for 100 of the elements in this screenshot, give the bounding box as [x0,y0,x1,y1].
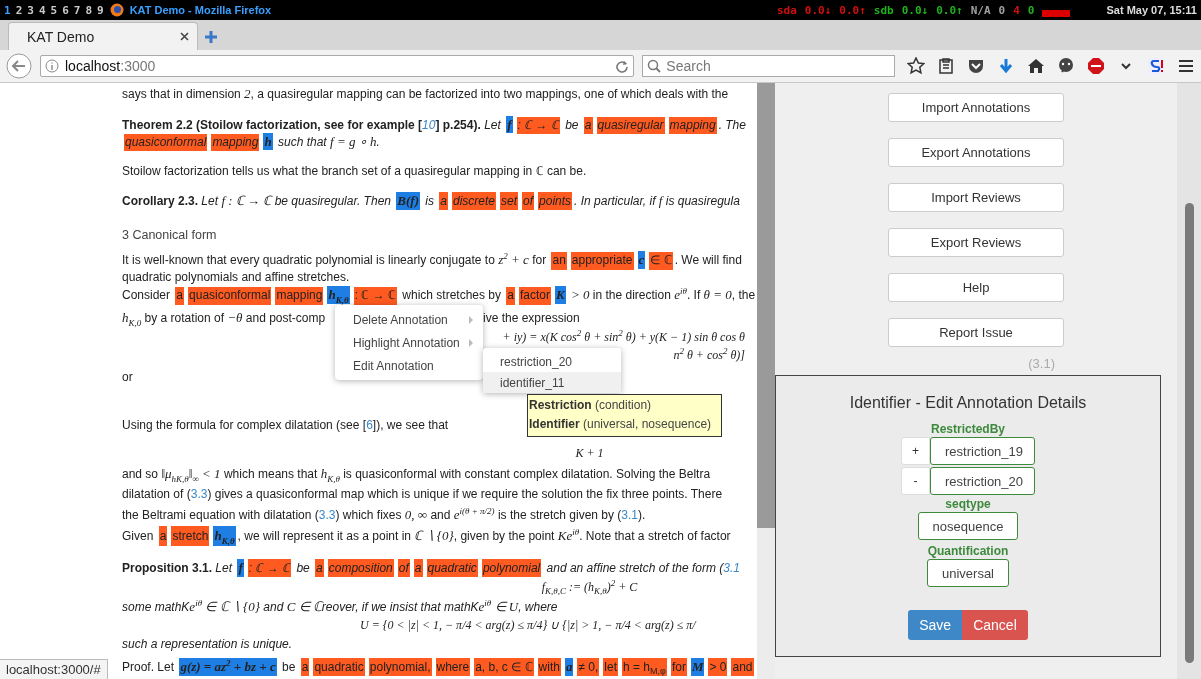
cancel-button[interactable]: Cancel [962,610,1028,640]
annotation-highlight: factor [519,287,552,305]
menu-item[interactable]: Highlight Annotation [335,331,483,354]
annotation-highlight: a [439,192,448,210]
panel-button[interactable]: Export Reviews [888,228,1064,257]
annotation-highlight: a [413,559,423,577]
annotation-highlight: quadratic [313,658,365,676]
pocket-icon[interactable] [967,57,985,75]
body-text: . We will find [674,252,742,270]
body-text: Proposition 3.1. [122,560,212,577]
workspace-number[interactable]: 6 [62,3,69,17]
math-text: h$_{K,θ}$ [320,464,340,485]
identifier-highlight: B(f) [396,192,420,210]
close-icon[interactable] [180,32,189,41]
body-text: some mathK [122,599,190,616]
save-button[interactable]: Save [908,610,963,640]
browser-tab[interactable]: KAT Demo [8,22,198,50]
body-text: . In particular, if [574,193,658,210]
identifier-highlight: f [237,559,244,577]
citation-link[interactable]: 3.1 [621,505,638,526]
workspace-number[interactable]: 8 [85,3,92,17]
annotation-highlight: ≠ 0, [577,658,600,676]
workspace-number[interactable]: 9 [97,3,104,17]
annotation-highlight: appropriate [570,252,634,270]
body-text: and so [122,465,160,483]
splitter-handle[interactable] [757,83,775,679]
status-reading: 0.0↑ [936,3,963,17]
panel-button[interactable]: Help [888,273,1064,302]
address-field[interactable]: localhost:3000 [40,55,635,77]
body-text: be [564,116,580,134]
math-text: ℂ ∖ {0} [414,526,454,545]
workspace-number[interactable]: 5 [50,3,58,17]
menu-icon[interactable] [1177,57,1195,75]
math-text: ‖μ$_{hK,θ}$‖$_{∞}$ < 1 [161,464,221,485]
annotation-highlight: mapping [668,116,717,134]
input-field[interactable]: restriction_19 [930,437,1035,465]
menu-item[interactable]: restriction_20 [483,351,621,372]
panel-button[interactable]: Export Annotations [888,138,1064,167]
download-icon[interactable] [997,57,1015,75]
math-text: Ke$^{iθ}$ [557,525,580,545]
status-reading: 0.0↓ [901,3,929,17]
chat-icon[interactable] [1057,57,1075,75]
row-action-button[interactable]: - [901,467,930,495]
status-url: localhost:3000/# [0,659,108,679]
reload-icon[interactable] [615,59,630,73]
workspace-number[interactable]: 3 [27,3,34,17]
citation-link[interactable]: 3.3 [190,484,208,506]
input-field[interactable]: universal [927,559,1009,587]
body-text: dilatation of ( [122,486,191,504]
section-heading: 3 Canonical form [122,227,217,244]
input-field[interactable]: restriction_20 [930,467,1035,495]
panel-button[interactable]: Import Reviews [888,183,1064,212]
annotation-highlight: mapping [211,133,260,151]
scrollbar[interactable] [1177,83,1201,679]
citation-link[interactable]: 3.1 [723,559,741,577]
math-text: K + 1 [575,445,604,462]
status-reading: sda [777,3,797,17]
home-icon[interactable] [1027,57,1045,75]
menu-item[interactable]: identifier_11 [483,372,621,393]
math-text: θ = 0 [703,286,732,304]
workspace-number[interactable]: 7 [73,3,81,17]
annotation-highlight: a [175,287,185,305]
annotation-highlight: with [537,658,561,676]
citation-link[interactable]: 10 [422,116,436,134]
search-field[interactable]: Search [642,55,895,77]
status-reading: 0 [998,3,1006,17]
math-text: 0, ∞ [404,506,428,524]
equation-number: (3.1) [1028,356,1055,371]
extension-icon[interactable] [1147,57,1165,75]
url-host: localhost [65,58,121,74]
clipboard-icon[interactable] [937,57,955,75]
body-text: such that [276,133,328,151]
panel-button[interactable]: Import Annotations [888,93,1064,122]
math-text: z$^{2}$ + c [498,251,529,269]
workspace-number[interactable]: 4 [38,3,46,17]
annotation-highlight: polynomial, [368,658,432,676]
menu-item[interactable]: Delete Annotation [335,308,483,331]
body-text: be [295,560,311,577]
menu-item[interactable]: Edit Annotation [335,354,483,377]
workspace-number[interactable]: 1 [4,3,11,17]
star-icon[interactable] [907,57,925,75]
annotation-highlight: quadratic [426,559,478,577]
body-text: and an affine stretch of the form ( [545,560,724,577]
stop-sign-icon[interactable] [1087,57,1105,75]
annotation-highlight: a [315,559,324,577]
identifier-highlight: f [506,115,513,133]
panel-button[interactable]: Report Issue [888,318,1064,347]
body-text: Stoilow factorization tells us what the branch set of a quasiregular mapping in ℂ can be. [122,163,587,180]
math-text: f [658,192,663,210]
row-action-button[interactable]: + [901,437,930,465]
citation-link[interactable]: 6 [366,416,373,434]
annotation-highlight: where [435,658,471,676]
body-text: ]), we see that [372,417,449,434]
back-icon[interactable] [6,53,32,79]
citation-link[interactable]: 3.3 [318,505,336,526]
input-field[interactable]: nosequence [917,512,1019,540]
annotation-highlight: of [397,559,410,577]
workspace-number[interactable]: 2 [15,3,23,17]
annotation-highlight: quasiregular [596,116,665,134]
math-text: > 0 [569,286,590,304]
